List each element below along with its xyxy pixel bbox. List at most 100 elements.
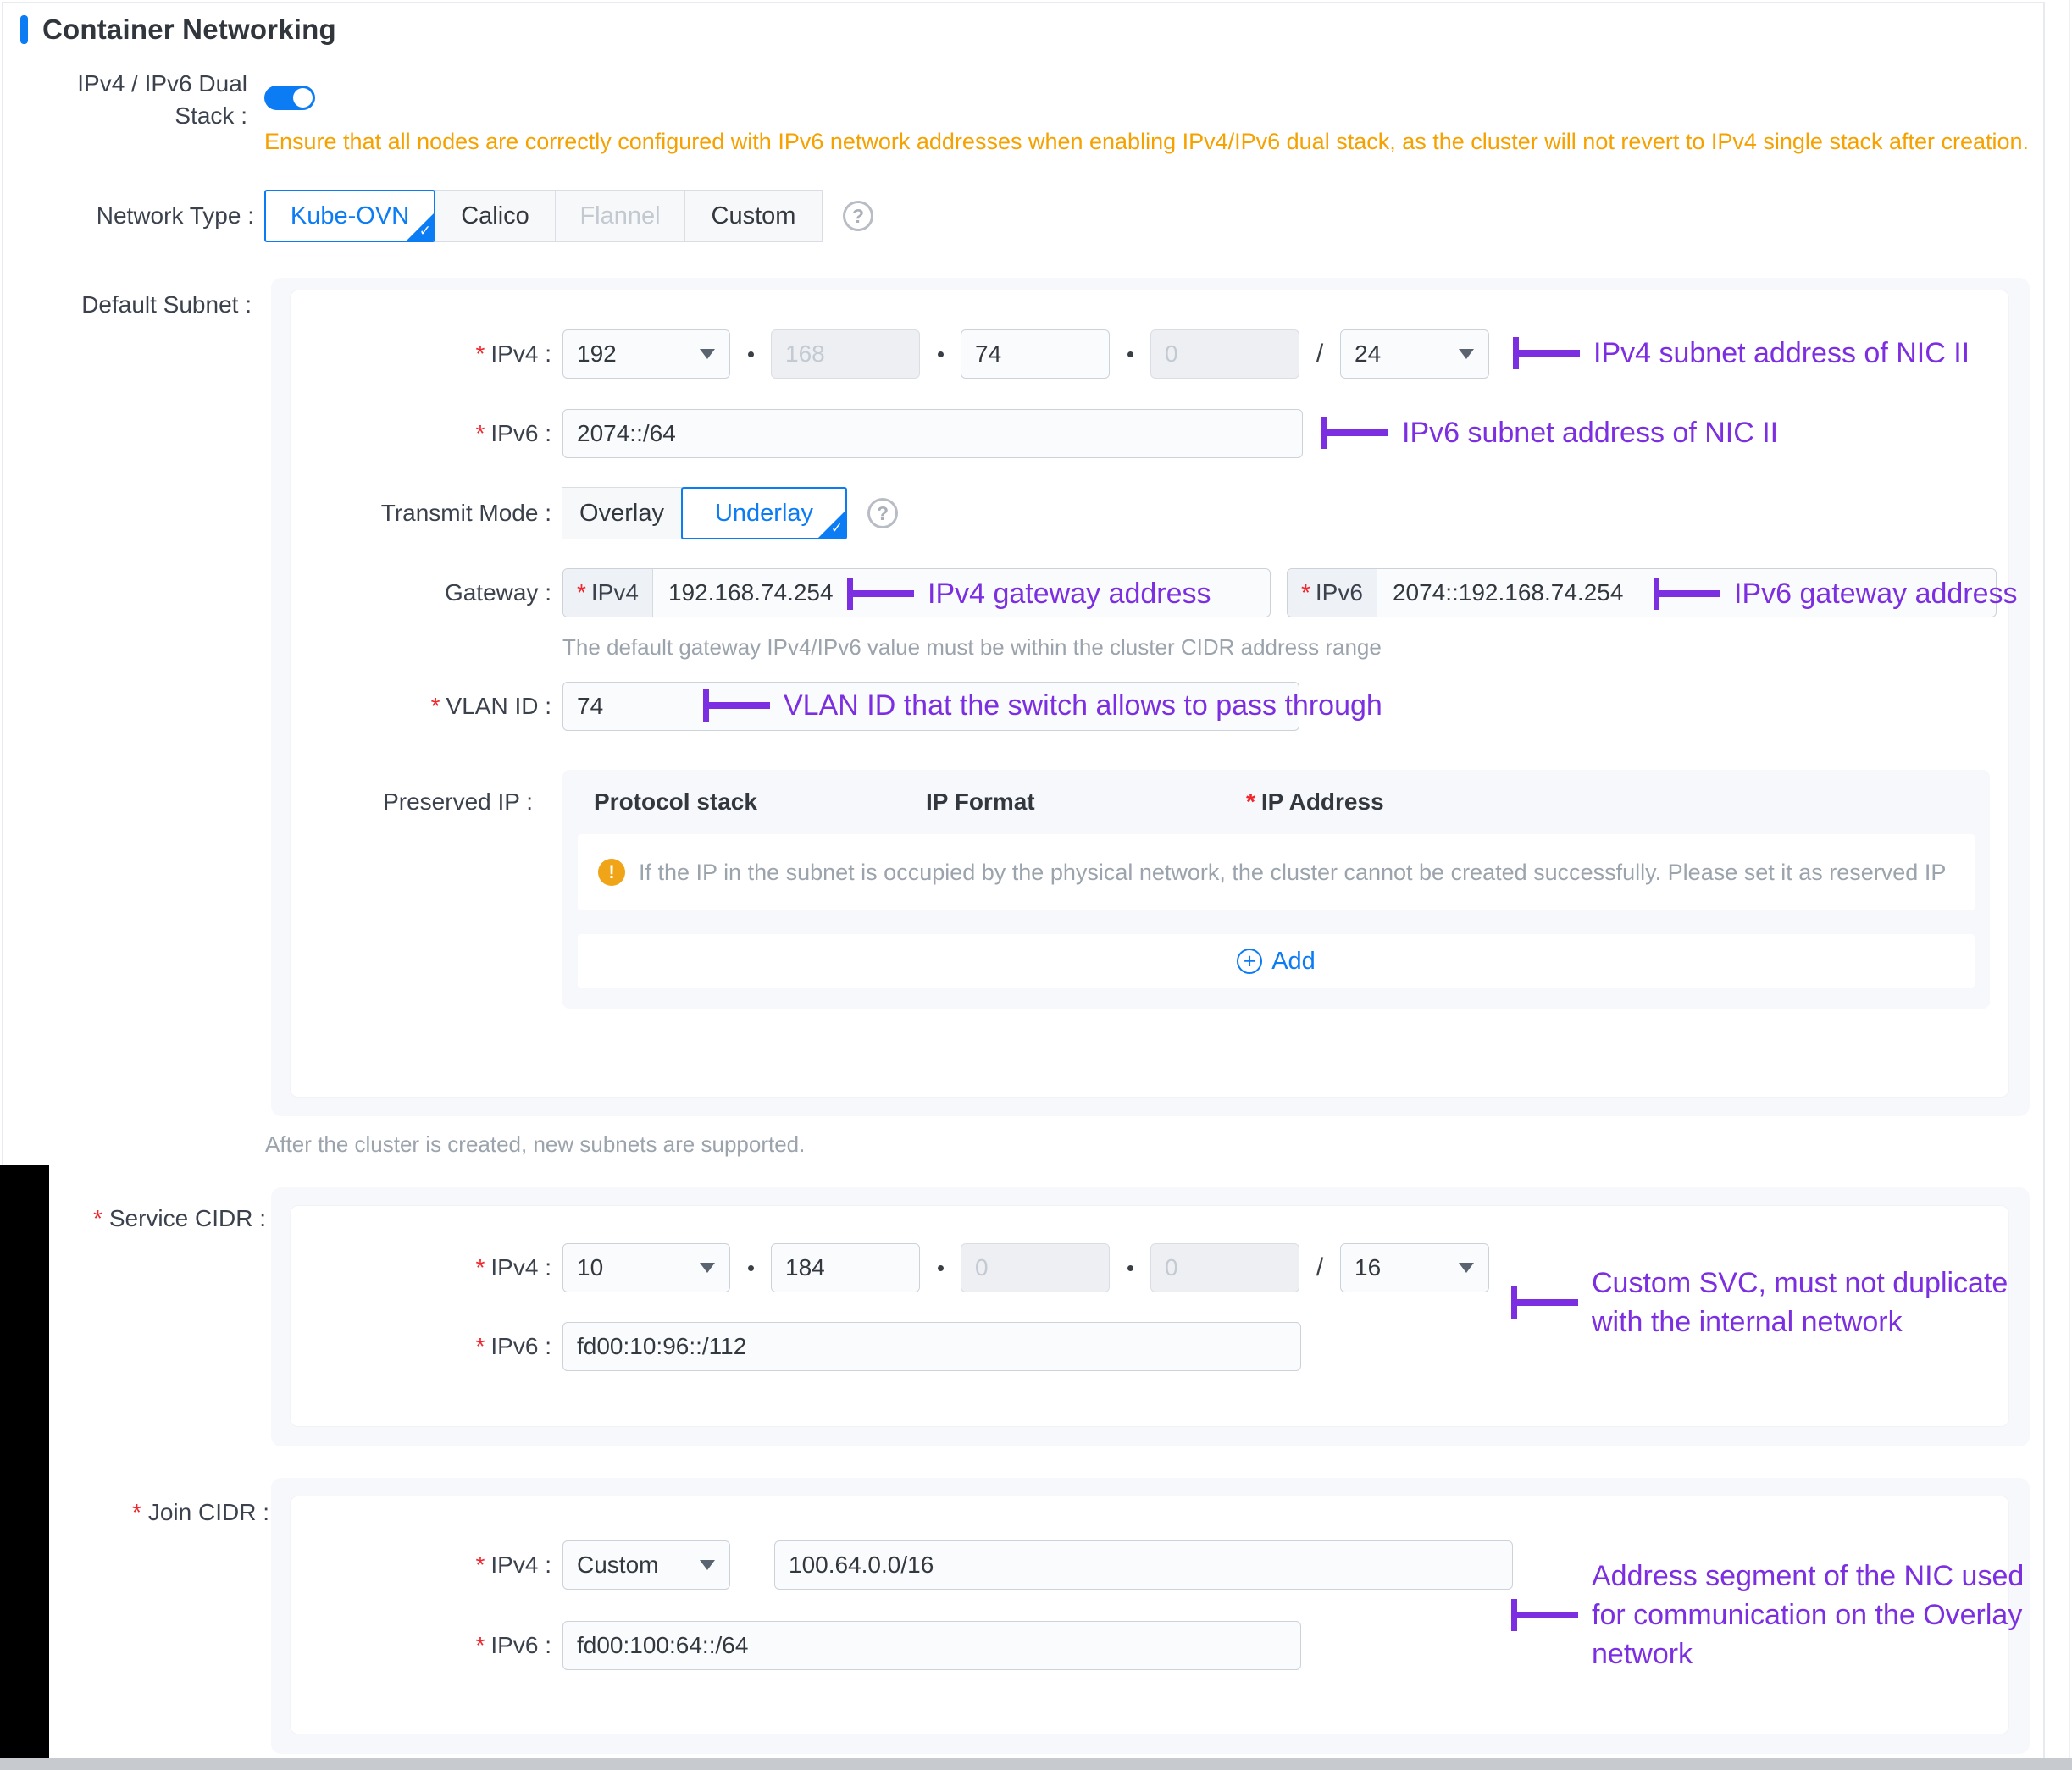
required-icon: * [577, 577, 586, 609]
chevron-down-icon [700, 349, 715, 359]
tab-flannel[interactable]: Flannel [555, 190, 685, 242]
subnet-ipv4-label: * IPv4 : [291, 338, 551, 370]
required-icon: * [1246, 786, 1255, 818]
octet-value: 0 [1165, 340, 1178, 368]
vlan-label-text: VLAN ID : [446, 693, 551, 720]
octet-value: 74 [975, 340, 1001, 368]
transmit-mode-label: Transmit Mode : [291, 500, 551, 527]
service-ipv4-octet2-input[interactable]: 184 [771, 1243, 920, 1292]
subnet-ipv4-octet1-select[interactable]: 192 [562, 329, 730, 379]
frame-right-border [2043, 2, 2045, 1758]
subnet-ipv4-octet3-input[interactable]: 74 [961, 329, 1110, 379]
annotation-ipv4-subnet: IPv4 subnet address of NIC II [1513, 329, 1970, 378]
service-ipv4-mask-select[interactable]: 16 [1340, 1243, 1489, 1292]
annotation-text: IPv6 gateway address [1734, 574, 2018, 613]
gateway-ipv4-input[interactable]: 192.168.74.254 [653, 569, 849, 617]
add-preserved-ip-button[interactable]: + Add [578, 934, 1975, 988]
octet-value: 168 [785, 340, 825, 368]
service-ipv6-input[interactable]: fd00:10:96::/112 [562, 1322, 1301, 1371]
required-icon: * [1301, 577, 1310, 609]
octet-separator [920, 351, 961, 357]
annotation-text: IPv4 subnet address of NIC II [1593, 334, 1970, 373]
annotation-connector [1513, 337, 1580, 369]
service-cidr-label: * Service CIDR : [17, 1203, 266, 1235]
redaction-block [0, 1165, 49, 1758]
join-ipv4-input[interactable]: 100.64.0.0/16 [774, 1540, 1513, 1590]
dual-stack-label: IPv4 / IPv6 Dual Stack : [17, 68, 247, 132]
octet-value: 192 [577, 340, 617, 368]
annotation-connector [847, 578, 914, 610]
subnet-ipv6-fields: 2074::/64 [562, 409, 1303, 458]
tab-custom[interactable]: Custom [684, 190, 823, 242]
transmit-mode-buttons: Overlay Underlay ✓ ? [562, 487, 898, 539]
service-ipv4-octet1-select[interactable]: 10 [562, 1243, 730, 1292]
section-header: Container Networking [20, 14, 336, 46]
transmit-underlay-button[interactable]: Underlay ✓ [681, 487, 847, 539]
service-ipv6-fields: fd00:10:96::/112 [562, 1322, 1301, 1371]
annotation-ipv4-gateway: IPv4 gateway address [847, 569, 1211, 618]
column-ip-address-text: IP Address [1261, 788, 1384, 816]
default-subnet-label: Default Subnet : [17, 289, 252, 321]
chevron-down-icon [1459, 1263, 1474, 1273]
subnet-ipv4-octet4-input[interactable]: 0 [1150, 329, 1299, 379]
tab-calico-label: Calico [461, 202, 529, 230]
annotation-ipv6-subnet: IPv6 subnet address of NIC II [1321, 408, 1778, 457]
octet-separator [1110, 351, 1150, 357]
tab-kube-ovn[interactable]: Kube-OVN ✓ [264, 190, 435, 242]
gateway-ipv6-value: 2074::192.168.74.254 [1393, 579, 1623, 606]
annotation-connector [1511, 1599, 1578, 1631]
annotation-join-cidr: Address segment of the NIC used for comm… [1511, 1557, 2062, 1673]
octet-value: 0 [975, 1254, 989, 1281]
annotation-text: IPv4 gateway address [928, 574, 1211, 613]
window-right-edge [2069, 0, 2070, 1758]
subnet-ipv4-mask-select[interactable]: 24 [1340, 329, 1489, 379]
tab-flannel-label: Flannel [579, 202, 660, 230]
annotation-connector [1654, 578, 1720, 610]
required-icon: * [93, 1203, 102, 1235]
preserved-ip-table-header: Protocol stack IP Format * IP Address [562, 770, 1990, 834]
octet-separator [730, 1265, 771, 1271]
subnet-ipv4-label-text: IPv4 : [490, 340, 551, 368]
required-icon: * [476, 418, 485, 450]
frame-top-border [2, 2, 2045, 3]
join-ipv6-input[interactable]: fd00:100:64::/64 [562, 1621, 1301, 1670]
plus-circle-icon: + [1237, 949, 1262, 974]
join-ipv4-mode-value: Custom [577, 1552, 658, 1579]
chevron-down-icon [700, 1263, 715, 1273]
service-ipv4-octet3-input[interactable]: 0 [961, 1243, 1110, 1292]
gateway-helper-text: The default gateway IPv4/IPv6 value must… [562, 634, 1382, 661]
underlay-label: Underlay [715, 500, 813, 528]
transmit-overlay-button[interactable]: Overlay [562, 487, 682, 539]
preserved-ip-notice: ! If the IP in the subnet is occupied by… [578, 834, 1975, 910]
section-title: Container Networking [42, 14, 336, 46]
required-icon: * [431, 690, 440, 722]
octet-separator [920, 1265, 961, 1271]
add-button-label: Add [1271, 948, 1316, 976]
transmit-mode-help-icon[interactable]: ? [867, 498, 898, 528]
service-ipv4-label: * IPv4 : [291, 1252, 551, 1284]
section-accent-bar [20, 15, 28, 44]
gateway-ipv6-input[interactable]: 2074::192.168.74.254 [1377, 569, 1638, 617]
service-ipv4-octet4-input[interactable]: 0 [1150, 1243, 1299, 1292]
annotation-text: Address segment of the NIC used for comm… [1592, 1557, 2062, 1673]
service-ipv4-fields: 10 184 0 0 / [562, 1243, 1489, 1292]
required-icon: * [132, 1496, 141, 1529]
gateway-ipv4-addon-text: IPv4 [591, 579, 639, 606]
subnet-ipv6-input[interactable]: 2074::/64 [562, 409, 1303, 458]
vlan-id-value: 74 [577, 693, 603, 720]
chevron-down-icon [700, 1560, 715, 1570]
join-ipv4-mode-select[interactable]: Custom [562, 1540, 730, 1590]
window-bottom-edge [0, 1758, 2072, 1770]
subnet-footer-note: After the cluster is created, new subnet… [265, 1131, 805, 1158]
preserved-ip-notice-text: If the IP in the subnet is occupied by t… [639, 855, 1946, 890]
network-type-help-icon[interactable]: ? [843, 201, 873, 231]
subnet-ipv4-fields: 192 168 74 0 / [562, 329, 1489, 379]
transmit-mode-row: Transmit Mode : Overlay Underlay ✓ ? [291, 487, 2008, 539]
subnet-ipv4-octet2-input[interactable]: 168 [771, 329, 920, 379]
octet-value: 0 [1165, 1254, 1178, 1281]
dual-stack-toggle[interactable] [264, 86, 315, 110]
check-icon: ✓ [831, 520, 843, 537]
required-icon: * [476, 1549, 485, 1581]
preserved-ip-table: Protocol stack IP Format * IP Address ! … [562, 770, 1990, 1009]
tab-calico[interactable]: Calico [435, 190, 556, 242]
